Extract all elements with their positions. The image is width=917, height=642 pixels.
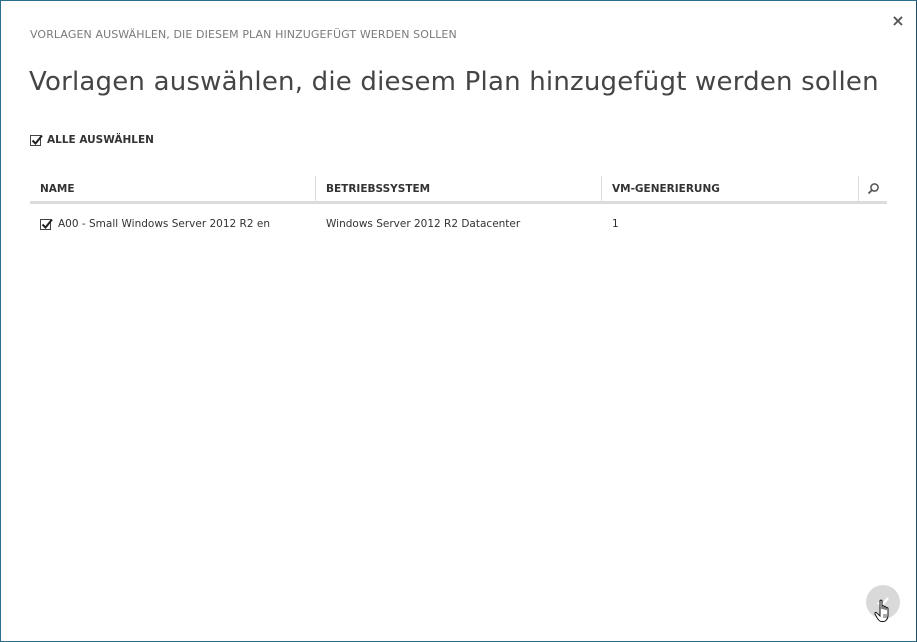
cell-os: Windows Server 2012 R2 Datacenter <box>316 218 602 230</box>
search-icon[interactable] <box>859 176 887 201</box>
cell-generation: 1 <box>602 218 859 230</box>
select-all-label: ALLE AUSWÄHLEN <box>47 134 154 146</box>
table-row[interactable]: A00 - Small Windows Server 2012 R2 en Wi… <box>30 204 887 244</box>
template-os: Windows Server 2012 R2 Datacenter <box>326 218 521 230</box>
dialog-header-label: VORLAGEN AUSWÄHLEN, DIE DIESEM PLAN HINZ… <box>30 28 457 41</box>
ok-button[interactable] <box>866 585 900 619</box>
templates-table: NAME BETRIEBSSYSTEM VM-GENERIERUNG A00 -… <box>30 176 887 244</box>
template-name: A00 - Small Windows Server 2012 R2 en <box>58 218 270 230</box>
column-header-os[interactable]: BETRIEBSSYSTEM <box>316 176 602 201</box>
checkmark-icon <box>877 597 889 608</box>
page-title: Vorlagen auswählen, die diesem Plan hinz… <box>29 67 879 97</box>
cell-name: A00 - Small Windows Server 2012 R2 en <box>30 218 316 230</box>
column-header-generation[interactable]: VM-GENERIERUNG <box>602 176 859 201</box>
template-generation: 1 <box>612 218 619 230</box>
checkbox-checked-icon[interactable] <box>30 134 43 146</box>
table-header: NAME BETRIEBSSYSTEM VM-GENERIERUNG <box>30 176 887 204</box>
row-checkbox[interactable] <box>40 218 53 230</box>
select-all-checkbox[interactable]: ALLE AUSWÄHLEN <box>30 134 154 146</box>
close-icon[interactable]: × <box>890 13 906 29</box>
dialog: × VORLAGEN AUSWÄHLEN, DIE DIESEM PLAN HI… <box>0 0 917 642</box>
column-header-name[interactable]: NAME <box>30 176 316 201</box>
